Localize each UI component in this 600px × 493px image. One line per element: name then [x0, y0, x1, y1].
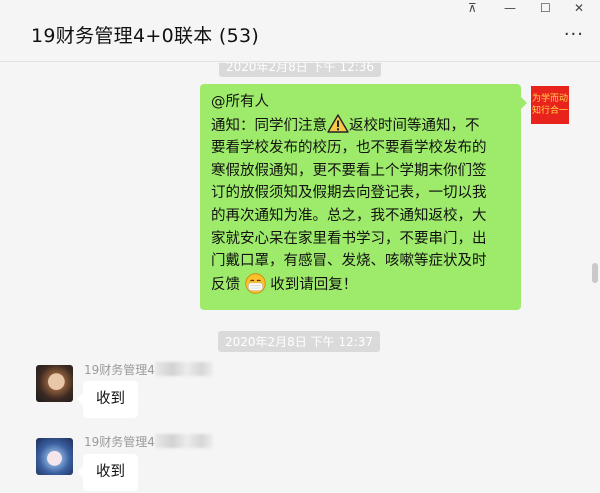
incoming-message-bubble[interactable]: 收到 [77, 454, 138, 491]
message-text: 通知：同学们注意 [211, 117, 327, 134]
blurred-name [154, 434, 213, 448]
message-text: 收到请回复！ [270, 276, 358, 293]
sender-name: 19财务管理4 [84, 361, 213, 378]
message-line: 的再次通知为准。总之，我不通知返校，大 [211, 207, 487, 224]
message-line: 寒假放假通知，更不要看上个学期末你们签 [211, 162, 487, 179]
message-text: 返校时间等通知，不 [349, 117, 480, 134]
blurred-name [154, 362, 213, 376]
incoming-message-bubble[interactable]: 收到 [77, 381, 138, 418]
my-avatar[interactable]: 为学而动 知行合一 [531, 86, 569, 124]
chat-title: 19财务管理4+0联本 (53) [31, 25, 260, 47]
timestamp: 2020年2月8日 下午 12:36 [219, 63, 382, 77]
message-line: 要看学校发布的校历，也不要看学校发布的 [211, 140, 487, 157]
pin-icon[interactable]: ⊼ [468, 1, 477, 15]
sender-name-text: 19财务管理4 [84, 363, 155, 377]
sender-name-text: 19财务管理4 [84, 435, 155, 449]
more-options-button[interactable]: ... [564, 21, 584, 39]
message-line: 反馈 收到请回复！ [211, 273, 511, 297]
message-list[interactable]: 2020年2月8日 下午 12:36 @所有人 通知：同学们注意 返校时间等通知，… [0, 63, 600, 493]
maximize-button[interactable]: ☐ [540, 1, 551, 15]
window-controls: ⊼ — ☐ ✕ [460, 0, 600, 18]
warning-icon [327, 113, 349, 133]
avatar-text: 知行合一 [531, 106, 568, 116]
sender-name: 19财务管理4 [84, 433, 213, 450]
message-line: 家就安心呆在家里看书学习，不要串门，出 [211, 230, 487, 247]
avatar[interactable] [36, 365, 73, 402]
close-button[interactable]: ✕ [574, 1, 584, 15]
scrollbar-thumb[interactable] [592, 263, 598, 283]
timestamp: 2020年2月8日 下午 12:37 [218, 331, 381, 352]
message-line: 通知：同学们注意 返校时间等通知，不 [211, 113, 511, 138]
message-line: 门戴口罩，有感冒、发烧、咳嗽等症状及时 [211, 253, 487, 270]
minimize-button[interactable]: — [504, 1, 516, 15]
mask-face-emoji-icon [244, 273, 266, 294]
avatar[interactable] [36, 438, 73, 475]
outgoing-message-bubble[interactable]: @所有人 通知：同学们注意 返校时间等通知，不 要看学校发布的校历，也不要看学校发… [200, 84, 527, 310]
avatar-text: 为学而动 [531, 94, 568, 104]
message-line: 订的放假须知及假期去向登记表，一切以我 [211, 185, 487, 202]
message-text: 反馈 [211, 276, 240, 293]
message-line: @所有人 [211, 94, 269, 110]
